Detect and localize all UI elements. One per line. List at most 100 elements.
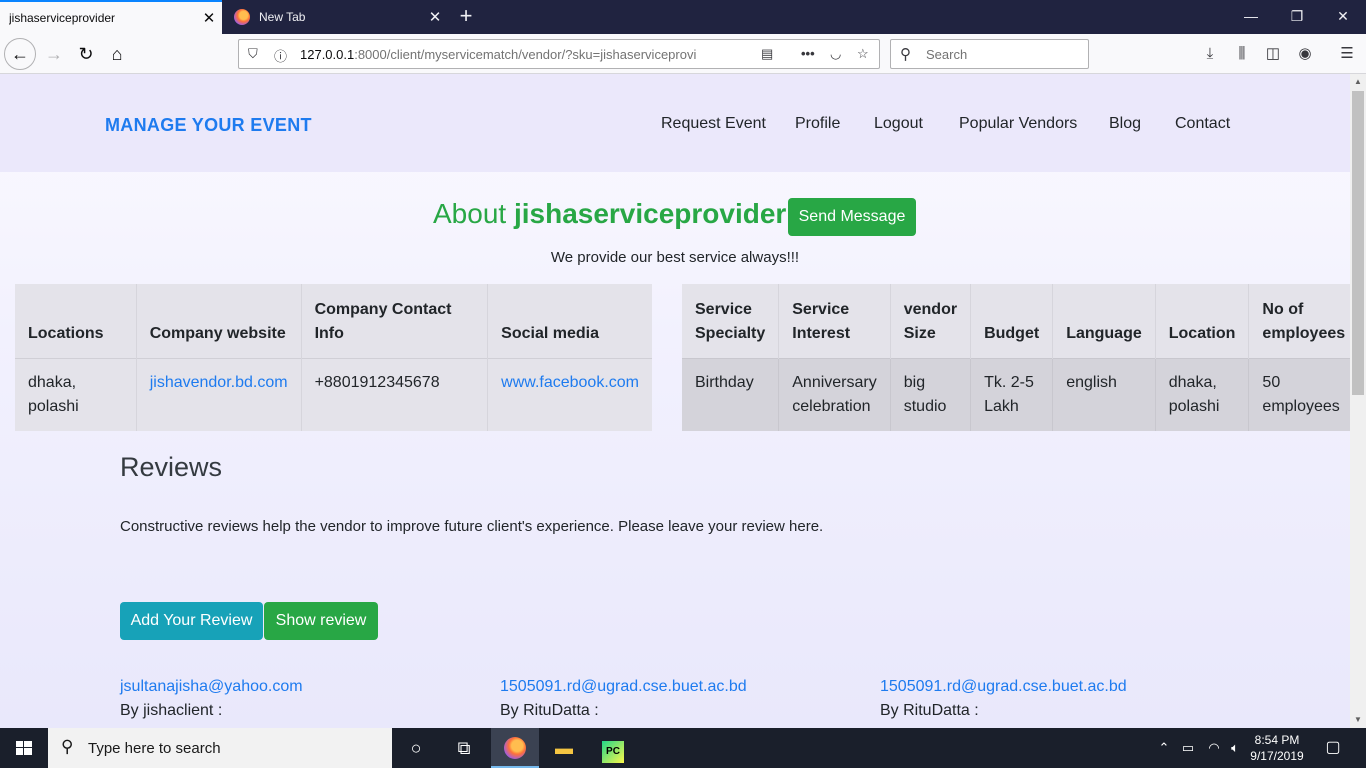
- taskbar-search-placeholder: Type here to search: [88, 740, 221, 757]
- url-bar[interactable]: ⛉ ⓘ 127.0.0.1:8000/client/myservicematch…: [238, 39, 880, 69]
- reviews-description: Constructive reviews help the vendor to …: [120, 518, 824, 535]
- clock-date: 9/17/2019: [1250, 749, 1304, 763]
- search-icon: ⚲: [61, 737, 74, 756]
- home-icon[interactable]: ⌂: [101, 38, 133, 70]
- service-info-table: Service Specialty Service Interest vendo…: [682, 284, 1350, 431]
- firefox-taskbar-icon[interactable]: [491, 728, 539, 768]
- table-cell-website: jishavendor.bd.com: [136, 357, 302, 431]
- cortana-icon[interactable]: ○: [392, 728, 440, 768]
- windows-start-button[interactable]: [0, 728, 48, 768]
- account-icon[interactable]: ◉: [1290, 38, 1320, 70]
- scroll-up-icon[interactable]: ▲: [1350, 74, 1366, 90]
- library-icon[interactable]: ⫼: [1227, 38, 1257, 70]
- pocket-icon[interactable]: ◡: [830, 46, 841, 62]
- table-row: dhaka, polashi jishavendor.bd.com +88019…: [15, 357, 652, 431]
- new-tab-icon[interactable]: +: [452, 3, 480, 29]
- review-author: By RituDatta :: [880, 702, 979, 719]
- show-review-button[interactable]: Show review: [264, 602, 378, 640]
- table-header-row: Locations Company website Company Contac…: [15, 284, 652, 358]
- tab-title: jishaserviceprovider: [9, 11, 116, 25]
- company-website-link[interactable]: jishavendor.bd.com: [150, 374, 288, 391]
- table-header: Company Contact Info: [301, 284, 489, 358]
- url-host: 127.0.0.1: [300, 47, 355, 62]
- table-header: vendor Size: [890, 284, 972, 358]
- close-tab-icon[interactable]: ✕: [196, 9, 222, 27]
- window-close-icon[interactable]: ✕: [1320, 0, 1366, 34]
- review-author: By RituDatta :: [500, 702, 599, 719]
- file-explorer-icon[interactable]: ▬: [540, 728, 588, 768]
- nav-contact[interactable]: Contact: [1175, 115, 1230, 133]
- reviews-heading: Reviews: [120, 452, 223, 482]
- minimize-icon[interactable]: —: [1228, 0, 1274, 34]
- battery-icon[interactable]: ▭: [1178, 728, 1198, 768]
- back-arrow-icon[interactable]: ←: [4, 38, 36, 70]
- table-header-row: Service Specialty Service Interest vendo…: [682, 284, 1350, 358]
- sidebar-icon[interactable]: ◫: [1258, 38, 1288, 70]
- scrollbar-thumb[interactable]: [1352, 91, 1364, 395]
- reload-icon[interactable]: ↻: [70, 38, 102, 70]
- table-row: Birthday Anniversary celebration big stu…: [682, 357, 1350, 431]
- table-cell: big studio: [890, 357, 972, 431]
- table-header: Location: [1155, 284, 1250, 358]
- table-cell: dhaka, polashi: [1155, 357, 1250, 431]
- browser-toolbar: ← → ↻ ⌂ ⛉ ⓘ 127.0.0.1:8000/client/myserv…: [0, 34, 1366, 74]
- send-message-button[interactable]: Send Message: [788, 198, 916, 236]
- reader-view-icon[interactable]: ▤: [761, 46, 773, 62]
- taskbar-search-box[interactable]: ⚲ Type here to search: [48, 728, 392, 768]
- forward-arrow-icon[interactable]: →: [38, 38, 70, 70]
- site-brand[interactable]: MANAGE YOUR EVENT: [105, 115, 312, 136]
- table-header: Language: [1052, 284, 1156, 358]
- vendor-name: jishaserviceprovider: [513, 198, 787, 229]
- nav-popular-vendors[interactable]: Popular Vendors: [959, 115, 1077, 133]
- chevron-up-icon[interactable]: ⌃: [1156, 728, 1172, 768]
- social-media-link[interactable]: www.facebook.com: [501, 374, 639, 391]
- nav-blog[interactable]: Blog: [1109, 115, 1141, 133]
- site-header: MANAGE YOUR EVENT Request Event Profile …: [0, 74, 1350, 172]
- page-actions-icon[interactable]: •••: [801, 46, 815, 61]
- windows-taskbar: ⚲ Type here to search ○ ⧉ ▬ PC ⌃ ▭ ◠ 🔈︎ …: [0, 728, 1366, 768]
- search-bar[interactable]: ⚲ Search: [890, 39, 1089, 69]
- nav-logout[interactable]: Logout: [874, 115, 923, 133]
- volume-icon[interactable]: 🔈︎: [1226, 728, 1244, 768]
- search-placeholder: Search: [926, 47, 968, 62]
- about-prefix: About: [433, 198, 514, 229]
- table-header: Service Interest: [778, 284, 891, 358]
- windows-logo-icon: [16, 741, 32, 755]
- wifi-icon[interactable]: ◠: [1203, 728, 1225, 768]
- tab-new-tab[interactable]: New Tab ✕: [222, 0, 448, 34]
- vertical-scrollbar[interactable]: ▲ ▼: [1350, 74, 1366, 728]
- nav-request-event[interactable]: Request Event: [661, 115, 766, 133]
- menu-icon[interactable]: ☰: [1332, 38, 1362, 70]
- download-icon[interactable]: ⤓: [1195, 38, 1225, 70]
- table-cell: english: [1052, 357, 1156, 431]
- page-viewport: MANAGE YOUR EVENT Request Event Profile …: [0, 74, 1350, 728]
- table-cell-social: www.facebook.com: [487, 357, 652, 431]
- table-header: Budget: [970, 284, 1054, 358]
- task-view-icon[interactable]: ⧉: [440, 728, 488, 768]
- notifications-icon[interactable]: ▢: [1318, 728, 1348, 768]
- table-cell: Tk. 2-5 Lakh: [970, 357, 1054, 431]
- tab-jishaserviceprovider[interactable]: jishaserviceprovider ✕: [0, 0, 222, 34]
- firefox-icon: [234, 9, 250, 25]
- table-header: Locations: [15, 284, 137, 358]
- clock[interactable]: 8:54 PM 9/17/2019: [1246, 732, 1308, 764]
- table-header: Company website: [136, 284, 302, 358]
- table-cell: Birthday: [682, 357, 780, 431]
- bookmark-star-icon[interactable]: ☆: [857, 46, 869, 62]
- pycharm-icon[interactable]: PC: [589, 728, 637, 768]
- close-tab-icon[interactable]: ✕: [422, 8, 448, 26]
- scroll-down-icon[interactable]: ▼: [1350, 712, 1366, 728]
- table-header: No of employees: [1262, 300, 1346, 342]
- table-cell: 50 employees: [1248, 357, 1350, 431]
- url-text: 127.0.0.1:8000/client/myservicematch/ven…: [300, 47, 730, 62]
- nav-profile[interactable]: Profile: [795, 115, 840, 133]
- restore-icon[interactable]: ❐: [1274, 0, 1320, 34]
- clock-time: 8:54 PM: [1254, 733, 1300, 747]
- review-email-link[interactable]: 1505091.rd@ugrad.cse.buet.ac.bd: [500, 678, 747, 696]
- review-email-link[interactable]: jsultanajisha@yahoo.com: [120, 678, 303, 696]
- shield-icon[interactable]: ⛉: [248, 46, 258, 62]
- review-email-link[interactable]: 1505091.rd@ugrad.cse.buet.ac.bd: [880, 678, 1127, 696]
- info-icon[interactable]: ⓘ: [274, 46, 287, 65]
- table-cell: Anniversary celebration: [778, 357, 891, 431]
- add-review-button[interactable]: Add Your Review: [120, 602, 263, 640]
